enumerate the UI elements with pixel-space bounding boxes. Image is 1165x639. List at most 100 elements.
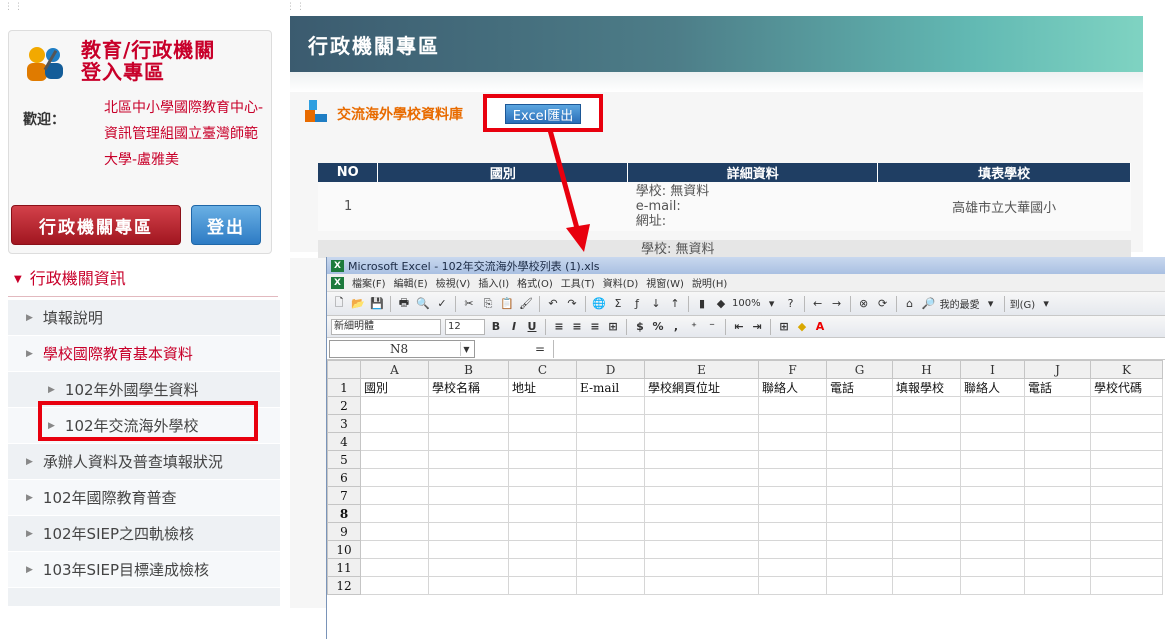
cell[interactable] [960, 576, 1025, 595]
cell[interactable] [826, 576, 893, 595]
row-header[interactable]: 9 [327, 522, 361, 541]
menu-window[interactable]: 視窗(W) [646, 275, 684, 290]
cell[interactable] [508, 450, 577, 469]
cell[interactable] [892, 468, 961, 487]
cell[interactable] [644, 522, 759, 541]
search-web-icon[interactable]: 🔎 [921, 296, 937, 312]
cell[interactable] [428, 432, 509, 451]
align-right-icon[interactable]: ≡ [588, 320, 602, 333]
cell[interactable] [960, 450, 1025, 469]
column-header[interactable]: J [1024, 360, 1091, 379]
cell[interactable] [428, 468, 509, 487]
sidebar-item-contact-status[interactable]: ▶ 承辦人資料及普查填報狀況 [8, 444, 280, 480]
back-icon[interactable]: ← [810, 296, 826, 312]
formula-input[interactable] [553, 339, 1165, 358]
cell[interactable] [576, 414, 645, 433]
menu-file[interactable]: 檔案(F) [352, 275, 386, 290]
cell[interactable] [428, 414, 509, 433]
select-all-corner[interactable] [327, 360, 361, 379]
fill-color-icon[interactable]: ◆ [795, 320, 809, 333]
paste-icon[interactable]: 📋 [499, 296, 515, 312]
cell[interactable] [1090, 450, 1163, 469]
cell[interactable] [576, 432, 645, 451]
cell[interactable] [826, 504, 893, 523]
cell[interactable]: 學校網頁位址 [644, 378, 759, 397]
cell[interactable] [758, 576, 827, 595]
cell[interactable] [1024, 486, 1091, 505]
cell[interactable] [508, 414, 577, 433]
cell[interactable] [1024, 432, 1091, 451]
hyperlink-icon[interactable]: 🌐 [591, 296, 607, 312]
cell[interactable] [644, 558, 759, 577]
refresh-icon[interactable]: ⟳ [875, 296, 891, 312]
excel-export-button[interactable]: Excel匯出 [505, 104, 581, 124]
cell[interactable] [1090, 468, 1163, 487]
cell[interactable]: E-mail [576, 378, 645, 397]
cell[interactable] [508, 558, 577, 577]
cell[interactable] [428, 450, 509, 469]
chevron-down-icon[interactable]: ▾ [1038, 296, 1054, 312]
menu-tools[interactable]: 工具(T) [561, 275, 595, 290]
cell[interactable] [1090, 432, 1163, 451]
function-icon[interactable]: ƒ [629, 296, 645, 312]
forward-icon[interactable]: → [829, 296, 845, 312]
cell[interactable] [576, 558, 645, 577]
cell[interactable] [428, 522, 509, 541]
cell[interactable] [826, 522, 893, 541]
cell[interactable] [360, 396, 429, 415]
cell[interactable] [758, 414, 827, 433]
cell[interactable] [508, 576, 577, 595]
decrease-decimal-icon[interactable]: ⁻ [705, 320, 719, 333]
column-header[interactable]: B [428, 360, 509, 379]
format-painter-icon[interactable]: 🖌 [518, 296, 534, 312]
italic-icon[interactable]: I [507, 320, 521, 333]
row-header[interactable]: 10 [327, 540, 361, 559]
borders-icon[interactable]: ⊞ [777, 320, 791, 333]
logout-button[interactable]: 登出 [191, 205, 261, 245]
cell[interactable] [1090, 396, 1163, 415]
cell[interactable] [360, 414, 429, 433]
spelling-icon[interactable]: ✓ [434, 296, 450, 312]
drawing-icon[interactable]: ◆ [713, 296, 729, 312]
cell[interactable] [758, 450, 827, 469]
cell[interactable] [892, 504, 961, 523]
sidebar-item-siep-check[interactable]: ▶ 102年SIEP之四軌檢核 [8, 516, 280, 552]
cell[interactable] [576, 540, 645, 559]
admin-zone-button[interactable]: 行政機關專區 [11, 205, 181, 245]
cell[interactable] [644, 504, 759, 523]
home-icon[interactable]: ⌂ [902, 296, 918, 312]
cell[interactable] [644, 450, 759, 469]
cell[interactable] [1024, 396, 1091, 415]
cell[interactable] [428, 396, 509, 415]
row-header[interactable]: 5 [327, 450, 361, 469]
redo-icon[interactable]: ↷ [564, 296, 580, 312]
goto-menu[interactable]: 到(G) [1010, 296, 1036, 311]
row-header[interactable]: 4 [327, 432, 361, 451]
align-left-icon[interactable]: ≡ [552, 320, 566, 333]
cell[interactable] [1090, 504, 1163, 523]
name-box[interactable]: N8 ▼ [329, 339, 475, 358]
cell[interactable]: 國別 [360, 378, 429, 397]
menu-data[interactable]: 資料(D) [603, 275, 639, 290]
cell[interactable] [360, 540, 429, 559]
cell[interactable] [826, 396, 893, 415]
cell[interactable] [428, 540, 509, 559]
autosum-icon[interactable]: Σ [610, 296, 626, 312]
cell[interactable] [1024, 504, 1091, 523]
font-color-icon[interactable]: A [813, 320, 827, 333]
cell[interactable] [758, 432, 827, 451]
cell[interactable]: 填報學校 [892, 378, 961, 397]
cell[interactable] [360, 468, 429, 487]
row-header[interactable]: 8 [327, 504, 361, 523]
cell[interactable] [892, 486, 961, 505]
help-icon[interactable]: ? [783, 296, 799, 312]
font-size-select[interactable]: 12 [445, 318, 485, 335]
cell[interactable] [1090, 522, 1163, 541]
currency-icon[interactable]: $ [633, 320, 647, 333]
cell[interactable] [960, 468, 1025, 487]
sidebar-item-guide[interactable]: ▶ 填報說明 [8, 300, 280, 336]
menu-help[interactable]: 說明(H) [692, 275, 727, 290]
cell[interactable]: 聯絡人 [758, 378, 827, 397]
underline-icon[interactable]: U [525, 320, 539, 333]
cell[interactable] [508, 504, 577, 523]
